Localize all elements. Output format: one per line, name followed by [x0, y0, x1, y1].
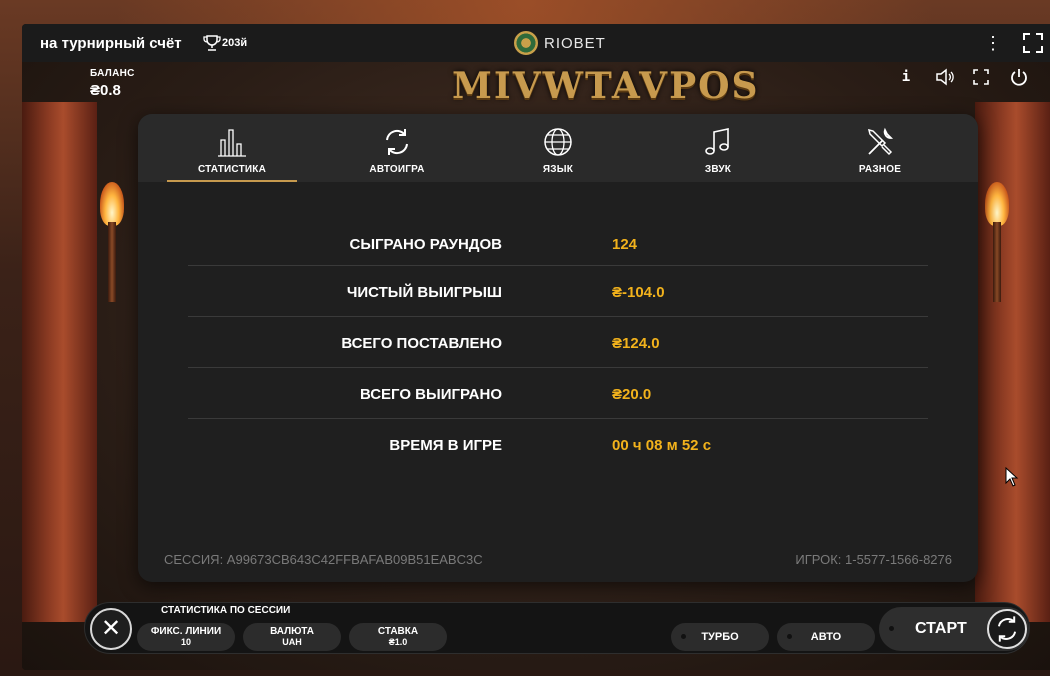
game-window: на турнирный счёт 203й RIOBET ⋮ БАЛАНС ₴… [22, 24, 1050, 670]
right-torch [985, 182, 1009, 302]
tab-misc[interactable]: РАЗНОЕ [815, 114, 945, 182]
settings-panel: СТАТИСТИКА АВТОИГРА ЯЗЫК ЗВУК РАЗНОЕ СЫГ… [138, 114, 978, 582]
expand-icon[interactable] [970, 66, 992, 88]
balance-label: БАЛАНС [90, 68, 135, 79]
bar-chart-icon [218, 129, 246, 157]
more-vertical-icon[interactable]: ⋮ [984, 33, 1002, 53]
speaker-icon[interactable] [933, 66, 955, 88]
settings-tabs: СТАТИСТИКА АВТОИГРА ЯЗЫК ЗВУК РАЗНОЕ [138, 114, 978, 182]
tab-label: РАЗНОЕ [858, 164, 902, 175]
info-icon[interactable]: i [895, 66, 917, 88]
stat-label: ВРЕМЯ В ИГРЕ [389, 437, 502, 454]
stat-value: ₴20.0 [612, 386, 652, 403]
toggle-label: ТУРБО [701, 631, 739, 643]
top-bar: на турнирный счёт 203й RIOBET ⋮ [22, 24, 1050, 62]
stat-label: ВСЕГО ВЫИГРАНО [359, 386, 502, 403]
bottom-control-bar: ✕ СТАТИСТИКА ПО СЕССИИ ФИКС. ЛИНИИ 10 ВА… [84, 602, 1030, 654]
bet-pill[interactable]: СТАВКА ₴1.0 [349, 623, 447, 651]
trophy-icon[interactable] [202, 33, 222, 53]
close-button[interactable]: ✕ [90, 608, 132, 650]
game-logo: MIVWTAVPOS [452, 65, 760, 107]
stat-row: ВРЕМЯ В ИГРЕ 00 ч 08 м 52 с [188, 419, 928, 470]
fixed-lines-pill: ФИКС. ЛИНИИ 10 [137, 623, 235, 651]
session-id: СЕССИЯ: A99673CB643C42FFBAFAB09B51EABC3C [164, 552, 483, 567]
stat-value: 00 ч 08 м 52 с [612, 437, 712, 454]
start-label: СТАРТ [915, 620, 967, 637]
stat-value: ₴124.0 [612, 335, 660, 352]
pill-value: UAH [282, 637, 302, 647]
music-note-icon [705, 128, 729, 155]
stat-label: ВСЕГО ПОСТАВЛЕНО [341, 335, 502, 352]
tab-statistics[interactable]: СТАТИСТИКА [167, 114, 297, 182]
tab-label: СТАТИСТИКА [197, 164, 267, 175]
left-torch [100, 182, 124, 302]
power-icon[interactable] [1008, 66, 1030, 88]
brand: RIOBET [514, 31, 606, 55]
active-tab-indicator [167, 180, 297, 182]
tools-icon [867, 127, 894, 156]
currency-pill: ВАЛЮТА UAH [243, 623, 341, 651]
tab-autoplay[interactable]: АВТОИГРА [332, 114, 462, 182]
stat-row: ВСЕГО ПОСТАВЛЕНО ₴124.0 [188, 317, 928, 368]
stat-row: ЧИСТЫЙ ВЫИГРЫШ ₴-104.0 [188, 266, 928, 317]
pill-value: 10 [180, 637, 191, 647]
stat-label: ЧИСТЫЙ ВЫИГРЫШ [346, 284, 502, 301]
stat-label: СЫГРАНО РАУНДОВ [349, 236, 502, 253]
stat-value: ₴-104.0 [612, 284, 665, 301]
spin-icon[interactable] [987, 609, 1027, 649]
tab-label: ЯЗЫК [542, 164, 574, 175]
toggle-label: АВТО [810, 631, 842, 643]
riobet-logo-icon [514, 31, 538, 55]
tournament-account-label[interactable]: на турнирный счёт [40, 35, 182, 52]
tournament-rank: 203й [222, 37, 248, 49]
tab-sound[interactable]: ЗВУК [653, 114, 783, 182]
mouse-cursor-icon [1005, 467, 1019, 487]
turbo-toggle[interactable]: ТУРБО [671, 623, 769, 651]
left-pillar [22, 102, 97, 622]
globe-icon [544, 128, 572, 156]
session-stats-label: СТАТИСТИКА ПО СЕССИИ [161, 605, 291, 616]
statistics-table: СЫГРАНО РАУНДОВ 124 ЧИСТЫЙ ВЫИГРЫШ ₴-104… [188, 218, 928, 470]
toggle-dot [889, 626, 894, 631]
tab-label: АВТОИГРА [369, 164, 425, 175]
stat-row: ВСЕГО ВЫИГРАНО ₴20.0 [188, 368, 928, 419]
right-pillar [975, 102, 1050, 622]
tab-label: ЗВУК [704, 164, 732, 175]
player-id: ИГРОК: 1-5577-1566-8276 [795, 552, 952, 567]
game-area: БАЛАНС ₴0.8 MIVWTAVPOS i СТАТИСТИКА АВТО… [22, 62, 1050, 670]
refresh-icon [386, 129, 408, 155]
fullscreen-icon[interactable] [1022, 32, 1044, 54]
start-button[interactable]: СТАРТ [879, 607, 1029, 651]
pill-label: ФИКС. ЛИНИИ [150, 626, 222, 637]
stat-value: 124 [612, 236, 638, 253]
stat-row: СЫГРАНО РАУНДОВ 124 [188, 218, 928, 266]
balance-value: ₴0.8 [90, 82, 121, 99]
pill-label: ВАЛЮТА [270, 626, 314, 637]
brand-name: RIOBET [544, 34, 606, 52]
tab-language[interactable]: ЯЗЫК [493, 114, 623, 182]
pill-value: ₴1.0 [388, 637, 408, 647]
auto-toggle[interactable]: АВТО [777, 623, 875, 651]
pill-label: СТАВКА [377, 626, 419, 637]
